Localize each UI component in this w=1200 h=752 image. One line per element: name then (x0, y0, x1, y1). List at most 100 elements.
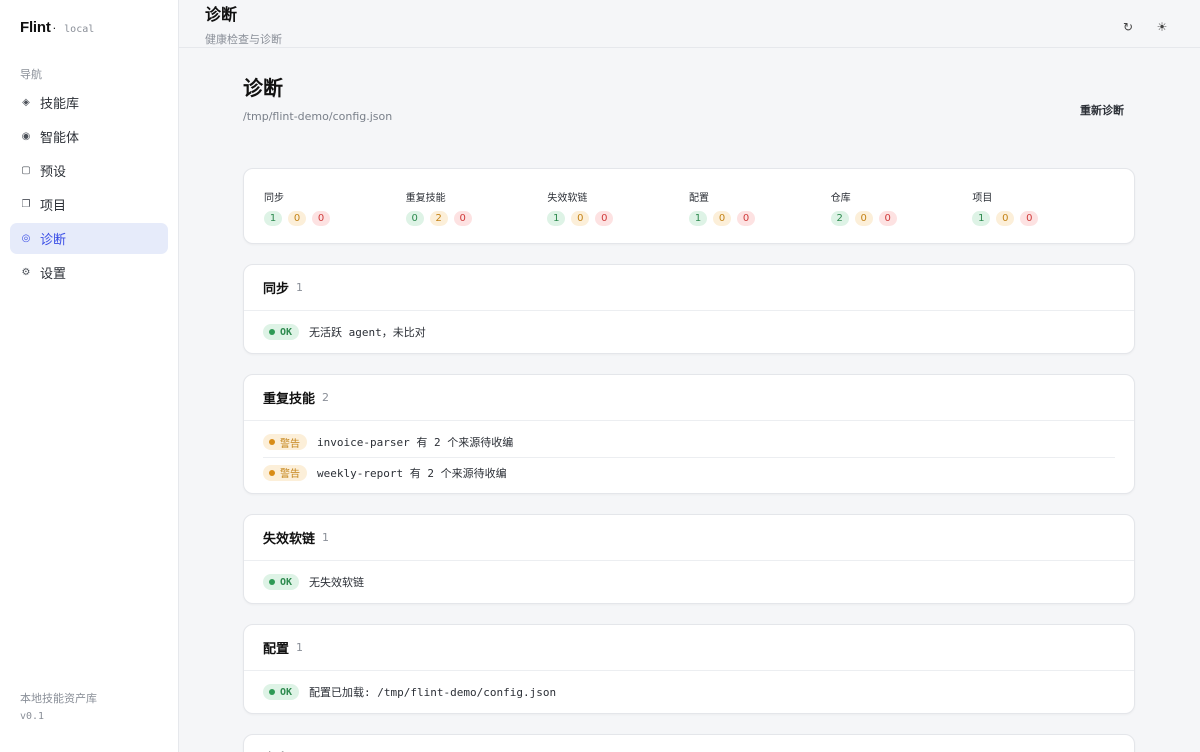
summary-pills: 2 0 0 (830, 211, 973, 226)
summary-label: 同步 (264, 193, 284, 204)
page-header: 诊断 /tmp/flint-demo/config.json 重新诊断 (243, 76, 1136, 168)
sidebar-item-diagnostics[interactable]: ◎ 诊断 (10, 223, 168, 254)
sidebar-item-label: 智能体 (40, 131, 80, 146)
section-body: OK 配置已加载: /tmp/flint-demo/config.json (244, 671, 1134, 713)
summary-pills: 0 2 0 (405, 211, 548, 226)
brand-name: Flint (20, 19, 51, 36)
sidebar-item-label: 技能库 (40, 97, 80, 112)
sidebar-nav: ◈ 技能库 ◉ 智能体 ▢ 预设 ❐ 项目 ◎ 诊断 ⚙ 设置 (0, 87, 178, 291)
section-config: 配置 1 OK 配置已加载: /tmp/flint-demo/config.js… (243, 624, 1135, 714)
main-area: 诊断 健康检查与诊断 ↻ ☀ 诊断 /tmp/flint-demo/config… (179, 0, 1200, 752)
topbar-subtitle: 健康检查与诊断 (205, 33, 282, 46)
footer-title: 本地技能资产库 (20, 692, 97, 705)
square-icon: ▢ (21, 165, 31, 176)
badge-label: OK (280, 576, 293, 588)
brand-dot: · (52, 22, 57, 35)
topbar-title: 诊断 (205, 5, 238, 24)
sidebar-item-skills[interactable]: ◈ 技能库 (10, 87, 168, 118)
section-title: 仓库 (263, 748, 289, 752)
error-count: 0 (312, 211, 330, 226)
environment-label: local (64, 24, 95, 35)
sidebar-footer: 本地技能资产库 v0.1 (20, 690, 97, 726)
sidebar-item-label: 设置 (40, 267, 67, 282)
summary-pills: 1 0 0 (972, 211, 1114, 226)
topbar-titles: 诊断 健康检查与诊断 (205, 4, 282, 47)
sidebar-item-settings[interactable]: ⚙ 设置 (10, 257, 168, 288)
check-row: 警告 invoice-parser 有 2 个来源待收编 (263, 427, 1115, 457)
status-dot-icon (269, 579, 275, 585)
ok-count: 1 (689, 211, 708, 226)
sidebar-item-projects[interactable]: ❐ 项目 (10, 189, 168, 220)
status-badge: OK (263, 324, 300, 340)
error-count: 0 (595, 211, 614, 226)
warn-count: 0 (571, 211, 590, 226)
section-title: 失效软链 (263, 532, 316, 547)
summary-pills: 1 0 0 (264, 211, 406, 226)
summary-label: 重复技能 (405, 193, 446, 204)
section-title: 配置 (263, 642, 290, 657)
section-duplicate-skills: 重复技能 2 警告 invoice-parser 有 2 个来源待收编 警告 w… (243, 374, 1135, 494)
status-dot-icon (269, 469, 275, 476)
sidebar-item-label: 诊断 (40, 233, 67, 248)
check-message: weekly-report 有 2 个来源待收编 (317, 466, 507, 480)
section-sync: 同步 1 OK 无活跃 agent，未比对 (243, 264, 1135, 354)
section-count: 1 (296, 641, 304, 654)
sidebar-item-presets[interactable]: ▢ 预设 (10, 155, 168, 186)
section-header: 配置 1 (244, 625, 1134, 671)
badge-label: 警告 (280, 438, 300, 450)
section-header: 同步 1 (244, 265, 1134, 311)
summary-duplicate-skills: 重复技能 0 2 0 (405, 189, 548, 226)
warn-count: 0 (288, 211, 306, 226)
check-row: 警告 weekly-report 有 2 个来源待收编 (263, 457, 1115, 487)
section-header: 重复技能 2 (244, 375, 1134, 421)
summary-repository: 仓库 2 0 0 (830, 189, 973, 226)
folder-icon: ❐ (21, 199, 31, 210)
check-row: OK 配置已加载: /tmp/flint-demo/config.json (263, 677, 1115, 707)
diamond-icon: ◈ (22, 97, 30, 108)
error-count: 0 (1020, 211, 1039, 226)
app-root: Flint · local 导航 ◈ 技能库 ◉ 智能体 ▢ 预设 ❐ 项目 ◎… (0, 0, 1200, 752)
section-repository: 仓库 2 (243, 734, 1135, 752)
section-header: 仓库 2 (244, 735, 1134, 752)
check-message: invoice-parser 有 2 个来源待收编 (317, 436, 514, 449)
ok-count: 1 (264, 211, 282, 226)
radio-icon: ◉ (21, 131, 31, 142)
status-badge: OK (263, 574, 300, 590)
section-count: 2 (322, 391, 330, 404)
summary-label: 仓库 (830, 193, 851, 204)
brand[interactable]: Flint · local (0, 0, 178, 64)
summary-label: 配置 (689, 193, 710, 204)
refresh-icon[interactable]: ↻ (1116, 15, 1140, 39)
summary-pills: 1 0 0 (547, 211, 689, 226)
warn-count: 0 (996, 211, 1015, 226)
sidebar-item-agents[interactable]: ◉ 智能体 (10, 121, 168, 152)
ok-count: 1 (547, 211, 566, 226)
status-badge: 警告 (263, 434, 307, 450)
target-icon: ◎ (21, 233, 31, 244)
page-title: 诊断 (243, 76, 283, 100)
error-count: 0 (737, 211, 756, 226)
ok-count: 2 (830, 211, 849, 226)
summary-sync: 同步 1 0 0 (264, 189, 406, 226)
summary-broken-symlinks: 失效软链 1 0 0 (547, 189, 689, 226)
error-count: 0 (878, 211, 897, 226)
check-message: 无活跃 agent，未比对 (309, 326, 426, 339)
status-dot-icon (269, 689, 275, 695)
check-row: OK 无活跃 agent，未比对 (263, 317, 1115, 347)
config-path: /tmp/flint-demo/config.json (243, 110, 393, 123)
topbar-actions: ↻ ☀ (1116, 4, 1174, 47)
sidebar: Flint · local 导航 ◈ 技能库 ◉ 智能体 ▢ 预设 ❐ 项目 ◎… (0, 0, 179, 752)
summary-config: 配置 1 0 0 (689, 189, 831, 226)
summary-projects: 项目 1 0 0 (972, 189, 1114, 226)
page-header-text: 诊断 /tmp/flint-demo/config.json (243, 76, 392, 123)
rediagnose-button[interactable]: 重新诊断 (1068, 98, 1136, 122)
summary-card: 同步 1 0 0 重复技能 0 2 0 失效软链 1 0 0 配置 1 0 0 … (243, 168, 1135, 244)
badge-label: OK (280, 686, 293, 698)
sidebar-item-label: 项目 (40, 199, 67, 214)
theme-toggle-icon[interactable]: ☀ (1150, 15, 1174, 39)
summary-label: 失效软链 (547, 193, 588, 204)
content: 诊断 /tmp/flint-demo/config.json 重新诊断 同步 1… (179, 48, 1200, 752)
status-dot-icon (269, 439, 275, 445)
section-title: 重复技能 (263, 392, 316, 407)
summary-label: 项目 (972, 193, 993, 204)
